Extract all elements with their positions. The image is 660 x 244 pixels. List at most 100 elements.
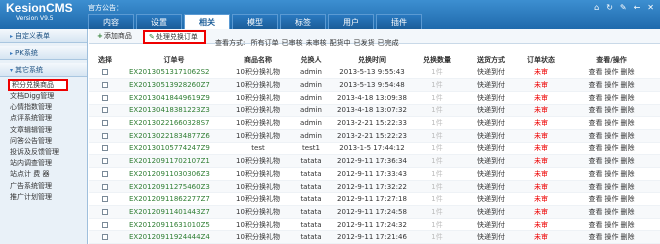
sidebar-item[interactable]: 站点计 费 器 [8,169,87,180]
row-checkbox[interactable] [102,208,108,215]
nav-tab[interactable]: 内容 [88,14,134,29]
nav-tab[interactable]: 相关 [184,14,230,29]
order-number[interactable]: EX20130221660328S7 [121,116,227,130]
operate-link[interactable]: 操作 [605,106,619,114]
row-checkbox[interactable] [102,196,108,203]
delete-link[interactable]: 删除 [621,183,635,191]
view-link[interactable]: 查看 [589,132,603,140]
delete-link[interactable]: 删除 [621,208,635,216]
view-link[interactable]: 查看 [589,106,603,114]
operate-link[interactable]: 操作 [605,183,619,191]
operate-link[interactable]: 操作 [605,81,619,89]
sidebar-item[interactable]: 站内调查管理 [8,158,87,169]
sidebar-item[interactable]: 问答公告管理 [8,136,87,147]
nav-tab[interactable]: 用户 [328,14,374,29]
row-checkbox[interactable] [102,221,108,228]
operate-link[interactable]: 操作 [605,94,619,102]
order-number[interactable]: EX20120911924444Z4 [121,230,227,244]
sidebar-item[interactable]: 广告系统管理 [8,181,87,192]
order-number[interactable]: EX20130418449619Z9 [121,91,227,105]
delete-link[interactable]: 删除 [621,170,635,178]
row-checkbox[interactable] [102,82,108,89]
sidebar-item[interactable]: 投诉及反馈管理 [8,147,87,158]
view-link[interactable]: 查看 [589,183,603,191]
filter-option[interactable]: 配货中 [330,39,351,47]
delete-link[interactable]: 删除 [621,94,635,102]
order-number[interactable]: EX20130513928260Z7 [121,78,227,92]
nav-tab[interactable]: 模型 [232,14,278,29]
row-checkbox[interactable] [102,132,108,139]
row-checkbox[interactable] [102,107,108,114]
operate-link[interactable]: 操作 [605,144,619,152]
row-checkbox[interactable] [102,158,108,165]
close-icon[interactable]: ✕ [647,3,654,12]
order-number[interactable]: EX20120911275460Z3 [121,180,227,194]
operate-link[interactable]: 操作 [605,170,619,178]
filter-option[interactable]: 已完成 [378,39,399,47]
sidebar-item[interactable]: 积分兑换商品 [8,79,68,91]
row-checkbox[interactable] [102,145,108,152]
view-link[interactable]: 查看 [589,233,603,241]
home-icon[interactable]: ⌂ [594,3,599,12]
sidebar-item[interactable]: 心情指数管理 [8,102,87,113]
sidebar-item[interactable]: 文档Digg管理 [8,91,87,102]
order-number[interactable]: EX20120911862277Z7 [121,192,227,207]
order-number[interactable]: EX20130221834877Z6 [121,129,227,143]
nav-tab[interactable]: 设置 [136,14,182,29]
filter-option[interactable]: 未审核 [306,39,327,47]
row-checkbox[interactable] [102,69,108,76]
view-link[interactable]: 查看 [589,119,603,127]
sidebar-section-custom-form[interactable]: ▸ 自定义表单 [0,29,87,43]
operate-link[interactable]: 操作 [605,68,619,76]
sidebar-section-other[interactable]: ▾ 其它系统 [0,63,87,77]
delete-link[interactable]: 删除 [621,106,635,114]
sidebar-item[interactable]: 点评系统管理 [8,113,87,124]
row-checkbox[interactable] [102,170,108,177]
filter-option[interactable]: 已发货 [354,39,375,47]
operate-link[interactable]: 操作 [605,221,619,229]
process-orders-button[interactable]: ✎处理兑换订单 [143,30,206,44]
order-number[interactable]: EX20120911030306Z3 [121,167,227,181]
nav-tab[interactable]: 插件 [376,14,422,29]
view-link[interactable]: 查看 [589,68,603,76]
order-number[interactable]: EX20130418381223Z3 [121,104,227,118]
refresh-icon[interactable]: ↻ [606,3,613,12]
view-link[interactable]: 查看 [589,208,603,216]
back-icon[interactable]: ← [634,3,641,12]
row-checkbox[interactable] [102,120,108,127]
settings-icon[interactable]: ✎ [620,3,627,12]
delete-link[interactable]: 删除 [621,221,635,229]
delete-link[interactable]: 删除 [621,157,635,165]
delete-link[interactable]: 删除 [621,68,635,76]
view-link[interactable]: 查看 [589,144,603,152]
operate-link[interactable]: 操作 [605,157,619,165]
sidebar-section-pk[interactable]: ▸ PK系统 [0,46,87,60]
order-number[interactable]: EX20130513171062S2 [121,66,227,80]
row-checkbox[interactable] [102,183,108,190]
operate-link[interactable]: 操作 [605,195,619,203]
order-number[interactable]: EX20120911401443Z7 [121,205,227,219]
row-checkbox[interactable] [102,234,108,241]
delete-link[interactable]: 删除 [621,119,635,127]
row-checkbox[interactable] [102,94,108,101]
operate-link[interactable]: 操作 [605,208,619,216]
delete-link[interactable]: 删除 [621,81,635,89]
delete-link[interactable]: 删除 [621,195,635,203]
operate-link[interactable]: 操作 [605,119,619,127]
operate-link[interactable]: 操作 [605,233,619,241]
view-link[interactable]: 查看 [589,94,603,102]
order-number[interactable]: EX20120911631010Z5 [121,218,227,232]
filter-option[interactable]: 所有订单 [251,39,279,47]
view-link[interactable]: 查看 [589,195,603,203]
filter-option[interactable]: 已审核 [282,39,303,47]
view-link[interactable]: 查看 [589,81,603,89]
order-number[interactable]: EX20130105774247Z9 [121,142,227,156]
sidebar-item[interactable]: 推广计划管理 [8,192,87,203]
delete-link[interactable]: 删除 [621,144,635,152]
delete-link[interactable]: 删除 [621,233,635,241]
operate-link[interactable]: 操作 [605,132,619,140]
view-link[interactable]: 查看 [589,221,603,229]
sidebar-item[interactable]: 文章辑辑管理 [8,125,87,136]
nav-tab[interactable]: 标签 [280,14,326,29]
view-link[interactable]: 查看 [589,157,603,165]
